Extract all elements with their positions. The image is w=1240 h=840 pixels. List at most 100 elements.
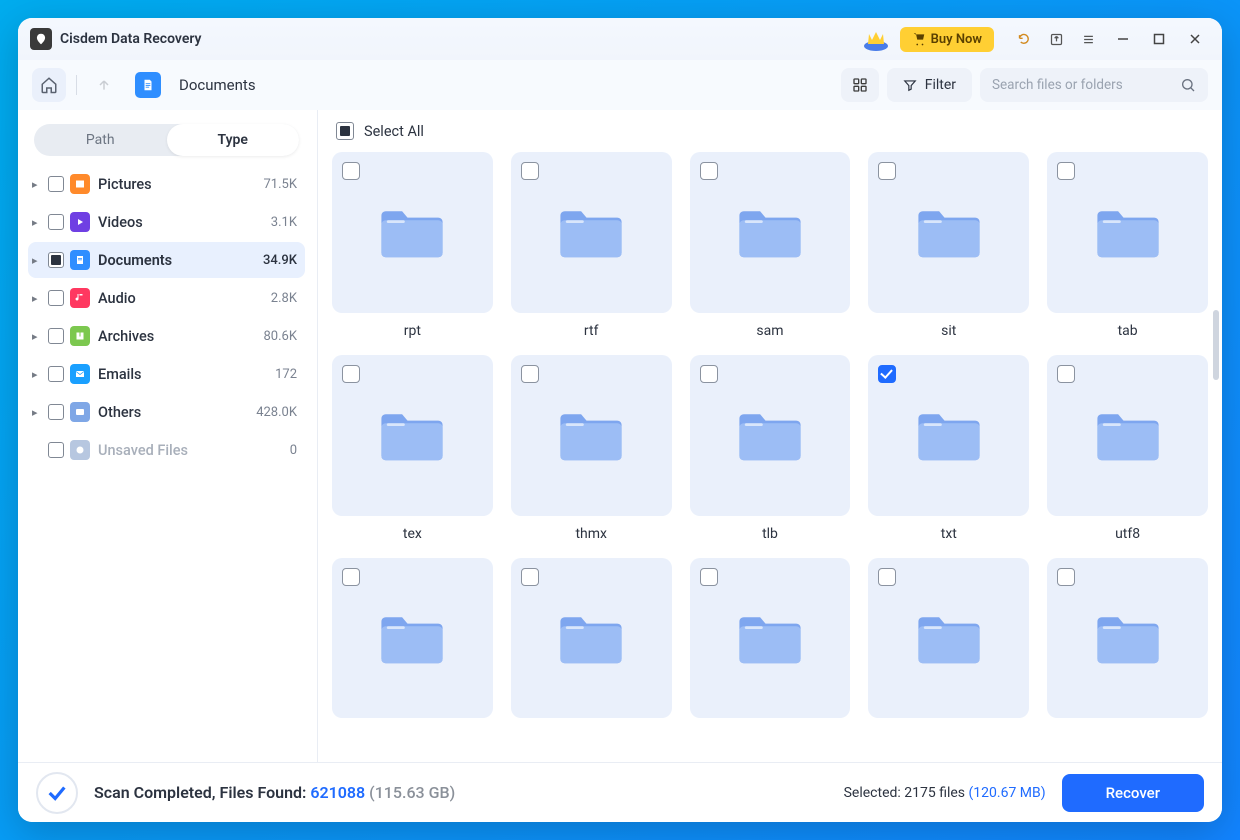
folder-thumbnail[interactable] (868, 355, 1029, 516)
tile-checkbox[interactable] (878, 365, 896, 383)
category-icon (70, 364, 90, 384)
tile-checkbox[interactable] (342, 365, 360, 383)
tile-checkbox[interactable] (700, 365, 718, 383)
breadcrumb-label: Documents (179, 76, 256, 94)
tile-checkbox[interactable] (1057, 568, 1075, 586)
scrollbar[interactable] (1213, 310, 1219, 380)
expand-caret-icon[interactable]: ▸ (32, 330, 46, 343)
tile-checkbox[interactable] (700, 568, 718, 586)
category-archives[interactable]: ▸Archives80.6K (28, 318, 305, 354)
category-checkbox[interactable] (48, 290, 64, 306)
folder-thumbnail[interactable] (332, 558, 493, 719)
buy-now-button[interactable]: Buy Now (900, 27, 994, 52)
tile-label: thmx (575, 526, 607, 542)
folder-tile[interactable] (690, 558, 851, 729)
category-count: 428.0K (256, 405, 297, 420)
expand-caret-icon[interactable]: ▸ (32, 292, 46, 305)
tile-checkbox[interactable] (1057, 162, 1075, 180)
filter-label: Filter (925, 77, 956, 93)
folder-thumbnail[interactable] (511, 152, 672, 313)
search-input[interactable] (992, 77, 1180, 93)
select-all-row: Select All (318, 110, 1222, 148)
category-checkbox[interactable] (48, 252, 64, 268)
folder-tile[interactable]: tab (1047, 152, 1208, 339)
seg-path[interactable]: Path (34, 124, 167, 156)
menu-icon[interactable] (1074, 25, 1102, 53)
folder-tile[interactable]: sam (690, 152, 851, 339)
folder-tile[interactable] (511, 558, 672, 729)
folder-thumbnail[interactable] (511, 355, 672, 516)
tile-label: rtf (584, 323, 599, 339)
folder-tile[interactable] (332, 558, 493, 729)
folder-thumbnail[interactable] (690, 152, 851, 313)
folder-thumbnail[interactable] (1047, 558, 1208, 719)
select-all-label: Select All (364, 123, 424, 140)
export-icon[interactable] (1042, 25, 1070, 53)
tile-checkbox[interactable] (521, 365, 539, 383)
folder-thumbnail[interactable] (868, 152, 1029, 313)
tile-checkbox[interactable] (342, 568, 360, 586)
expand-caret-icon[interactable]: ▸ (32, 178, 46, 191)
category-checkbox[interactable] (48, 404, 64, 420)
category-count: 71.5K (263, 177, 297, 192)
tile-label: txt (941, 526, 957, 542)
expand-caret-icon[interactable]: ▸ (32, 368, 46, 381)
expand-caret-icon[interactable]: ▸ (32, 216, 46, 229)
seg-type[interactable]: Type (167, 124, 300, 156)
folder-thumbnail[interactable] (332, 355, 493, 516)
app-window: Cisdem Data Recovery Buy Now (18, 18, 1222, 822)
folder-thumbnail[interactable] (511, 558, 672, 719)
undo-icon[interactable] (1010, 25, 1038, 53)
folder-tile[interactable]: rtf (511, 152, 672, 339)
folder-thumbnail[interactable] (868, 558, 1029, 719)
category-checkbox[interactable] (48, 442, 64, 458)
maximize-button[interactable] (1144, 25, 1174, 53)
minimize-button[interactable] (1108, 25, 1138, 53)
category-checkbox[interactable] (48, 176, 64, 192)
filter-button[interactable]: Filter (887, 68, 972, 102)
tile-checkbox[interactable] (700, 162, 718, 180)
close-button[interactable] (1180, 25, 1210, 53)
folder-thumbnail[interactable] (1047, 355, 1208, 516)
home-button[interactable] (32, 68, 66, 102)
folder-thumbnail[interactable] (690, 355, 851, 516)
folder-thumbnail[interactable] (1047, 152, 1208, 313)
tile-checkbox[interactable] (521, 568, 539, 586)
folder-tile[interactable]: tlb (690, 355, 851, 542)
category-unsaved-files[interactable]: Unsaved Files0 (28, 432, 305, 468)
up-button[interactable] (87, 68, 121, 102)
toolbar: Documents Filter (18, 60, 1222, 110)
folder-tile[interactable]: txt (868, 355, 1029, 542)
folder-tile[interactable]: utf8 (1047, 355, 1208, 542)
view-grid-button[interactable] (841, 68, 879, 102)
folder-tile[interactable]: rpt (332, 152, 493, 339)
search-box[interactable] (980, 68, 1208, 102)
expand-caret-icon[interactable]: ▸ (32, 406, 46, 419)
category-pictures[interactable]: ▸Pictures71.5K (28, 166, 305, 202)
folder-tile[interactable] (868, 558, 1029, 729)
category-checkbox[interactable] (48, 214, 64, 230)
folder-tile[interactable] (1047, 558, 1208, 729)
tile-checkbox[interactable] (878, 568, 896, 586)
folder-thumbnail[interactable] (332, 152, 493, 313)
premium-badge-icon (860, 25, 892, 53)
folder-tile[interactable]: thmx (511, 355, 672, 542)
category-audio[interactable]: ▸Audio2.8K (28, 280, 305, 316)
tile-checkbox[interactable] (878, 162, 896, 180)
tile-checkbox[interactable] (521, 162, 539, 180)
folder-tile[interactable]: tex (332, 355, 493, 542)
category-documents[interactable]: ▸Documents34.9K (28, 242, 305, 278)
recover-button[interactable]: Recover (1062, 774, 1204, 812)
breadcrumb-icon (135, 72, 161, 98)
expand-caret-icon[interactable]: ▸ (32, 254, 46, 267)
folder-thumbnail[interactable] (690, 558, 851, 719)
category-checkbox[interactable] (48, 328, 64, 344)
category-videos[interactable]: ▸Videos3.1K (28, 204, 305, 240)
folder-tile[interactable]: sit (868, 152, 1029, 339)
tile-checkbox[interactable] (342, 162, 360, 180)
category-emails[interactable]: ▸Emails172 (28, 356, 305, 392)
category-others[interactable]: ▸Others428.0K (28, 394, 305, 430)
category-checkbox[interactable] (48, 366, 64, 382)
tile-checkbox[interactable] (1057, 365, 1075, 383)
select-all-checkbox[interactable] (336, 122, 354, 140)
